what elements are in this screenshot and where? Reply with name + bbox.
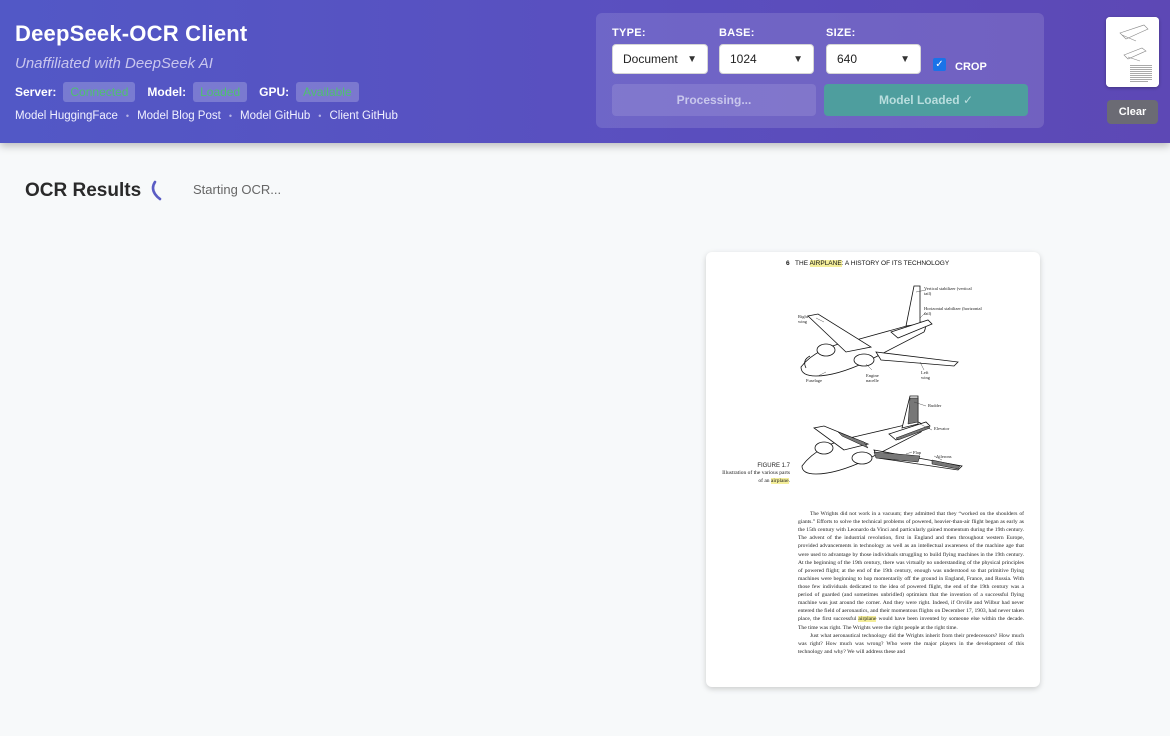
app-subtitle: Unaffiliated with DeepSeek AI — [15, 55, 213, 72]
server-label: Server: — [15, 85, 57, 99]
body-paragraph: The Wrights did not work in a vacuum; th… — [798, 510, 1024, 632]
link-model-blog-post[interactable]: Model Blog Post — [137, 110, 221, 122]
model-loaded-button[interactable]: Model Loaded ✓ — [824, 84, 1028, 116]
body-highlight: airplane — [858, 616, 877, 623]
type-select[interactable]: Document ▼ — [612, 44, 708, 74]
link-model-huggingface[interactable]: Model HuggingFace — [15, 110, 118, 122]
link-model-github[interactable]: Model GitHub — [240, 110, 310, 122]
checkmark-icon: ✓ — [935, 59, 944, 70]
base-select-value: 1024 — [730, 52, 757, 66]
link-separator: • — [125, 111, 130, 121]
clear-button[interactable]: Clear — [1107, 100, 1158, 124]
size-select[interactable]: 640 ▼ — [826, 44, 921, 74]
ocr-results-title: OCR Results — [25, 180, 142, 201]
link-separator: • — [228, 111, 232, 121]
thumbnail-preview-image — [1106, 17, 1159, 87]
chevron-down-icon: ▼ — [793, 53, 803, 65]
gpu-status-badge: Available — [296, 82, 359, 102]
base-label: BASE: — [719, 27, 755, 39]
size-select-value: 640 — [837, 52, 858, 66]
loading-spinner-icon — [151, 180, 162, 201]
figure-caption-post: . — [788, 478, 790, 485]
status-row: Server: Connected Model: Loaded GPU: Ava… — [15, 82, 371, 102]
model-label: Model: — [147, 85, 187, 99]
document-thumbnail[interactable] — [1106, 17, 1159, 87]
document-preview: 6 THE AIRPLANE: A HISTORY OF ITS TECHNOL… — [706, 252, 1040, 687]
chevron-down-icon: ▼ — [900, 53, 910, 65]
label-flap: Flap — [913, 450, 922, 455]
size-label: SIZE: — [826, 27, 856, 39]
label-elevator: Elevator — [934, 426, 950, 431]
figure-caption: FIGURE 1.7 Illustration of the various p… — [720, 462, 790, 486]
label-engine-nacelle: Engine nacelle — [866, 373, 879, 384]
link-separator: • — [318, 111, 322, 121]
base-select[interactable]: 1024 ▼ — [719, 44, 814, 74]
body-pre: The Wrights did not work in a vacuum; th… — [798, 511, 1024, 623]
figure-caption-highlight: airplane — [770, 478, 789, 485]
app-title: DeepSeek-OCR Client — [15, 21, 248, 46]
link-client-github[interactable]: Client GitHub — [329, 110, 397, 122]
chevron-down-icon: ▼ — [687, 53, 697, 65]
body-paragraph: Just what aeronautical technology did th… — [798, 632, 1024, 655]
crop-label: CROP — [955, 61, 987, 73]
label-left-wing: Left wing — [921, 370, 930, 381]
label-right-wing: Right wing — [798, 314, 809, 325]
label-rudder: Rudder — [928, 403, 942, 408]
label-horizontal-stabilizer: Horizontal stabilizer (horizontal tail) — [924, 306, 982, 317]
label-ailerons: Ailerons — [936, 454, 952, 459]
app-header: DeepSeek-OCR Client Unaffiliated with De… — [0, 0, 1170, 143]
control-panel: TYPE: Document ▼ BASE: 1024 ▼ SIZE: 640 … — [596, 13, 1044, 128]
links-row: Model HuggingFace • Model Blog Post • Mo… — [15, 110, 398, 122]
label-vertical-stabilizer: Vertical stabilizer (vertical tail) — [924, 286, 972, 297]
gpu-label: GPU: — [259, 85, 290, 99]
type-label: TYPE: — [612, 27, 646, 39]
process-button[interactable]: Processing... — [612, 84, 816, 116]
server-status-badge: Connected — [63, 82, 136, 102]
type-select-value: Document — [623, 52, 678, 66]
document-body-text: The Wrights did not work in a vacuum; th… — [798, 510, 1024, 656]
label-fuselage: Fuselage — [806, 378, 822, 383]
ocr-status-text: Starting OCR... — [193, 182, 282, 197]
crop-checkbox[interactable]: ✓ — [933, 58, 946, 71]
model-status-badge: Loaded — [193, 82, 248, 102]
